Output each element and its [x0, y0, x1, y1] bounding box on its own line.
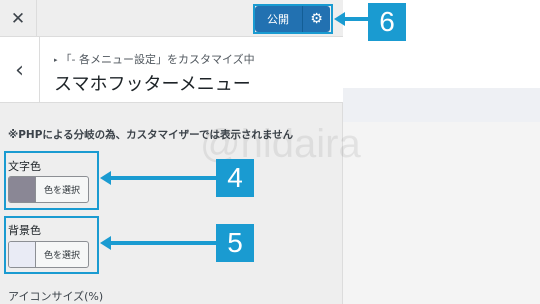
arrow-4-line [110, 176, 216, 180]
callout-6: 6 [368, 3, 406, 41]
arrow-6-head [334, 12, 345, 26]
preview-area [343, 0, 540, 304]
breadcrumb-text: 「- 各メニュー設定」をカスタマイズ中 [60, 53, 255, 66]
section-title: スマホフッターメニュー [54, 74, 251, 95]
section-header: ‹ ▸ 「- 各メニュー設定」をカスタマイズ中 スマホフッターメニュー [0, 37, 343, 103]
callout-4: 4 [216, 159, 254, 197]
icon-size-label: アイコンサイズ(%) [8, 290, 104, 303]
triangle-icon: ▸ [54, 56, 58, 64]
preview-band [343, 88, 540, 122]
preview-lower [343, 122, 540, 304]
arrow-6-line [344, 17, 368, 21]
annotation-box-6 [253, 4, 333, 34]
annotation-box-4 [4, 151, 99, 210]
arrow-5-line [110, 241, 216, 245]
annotation-box-5 [4, 216, 99, 274]
arrow-5-head [100, 236, 111, 250]
breadcrumb: ▸ 「- 各メニュー設定」をカスタマイズ中 [54, 51, 255, 67]
arrow-4-head [100, 171, 111, 185]
callout-5: 5 [216, 224, 254, 262]
close-icon[interactable]: ✕ [0, 0, 37, 37]
back-chevron-icon[interactable]: ‹ [0, 37, 40, 103]
